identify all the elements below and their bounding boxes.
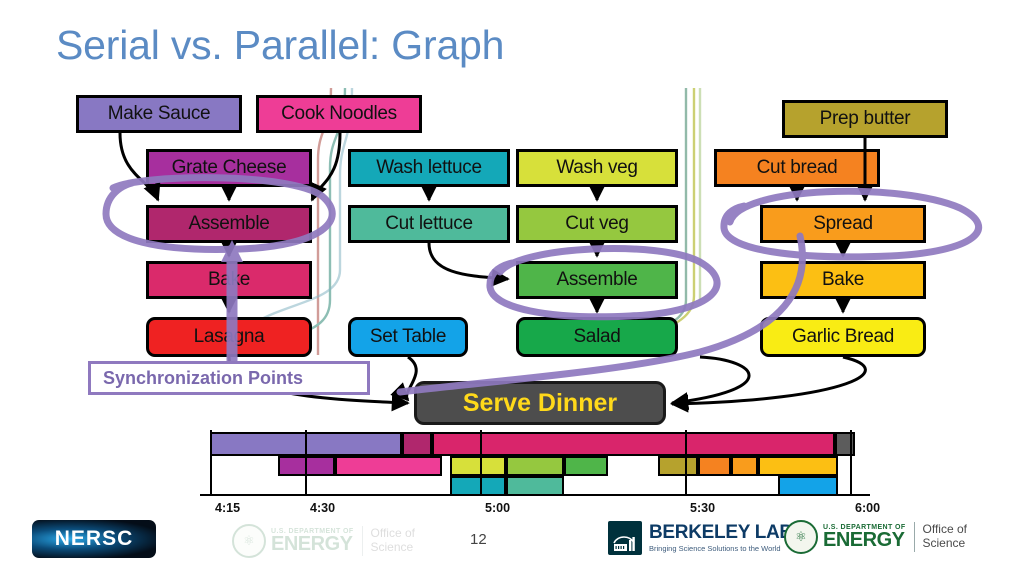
task-graph: Make Sauce Cook Noodles Grate Cheese Assemb… [0, 0, 1024, 576]
synchronization-points-callout: Synchronization Points [88, 361, 370, 395]
slide-canvas: Serial vs. Parallel: Graph Make Sauce Co… [0, 0, 1024, 576]
synchronization-annotation [102, 174, 983, 396]
